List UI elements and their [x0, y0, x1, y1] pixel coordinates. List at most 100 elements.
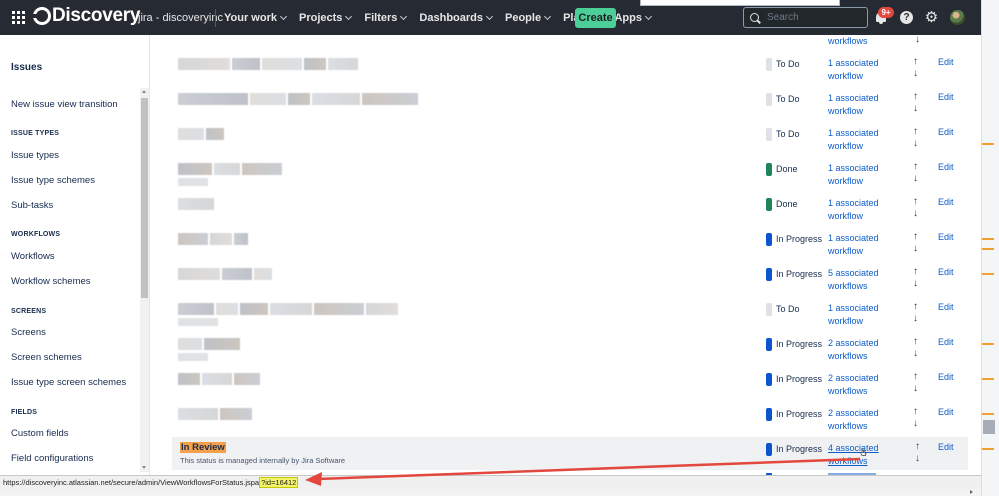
hover-url: https://discoveryinc.atlassian.net/secur…: [3, 477, 299, 488]
sidebar-item-workflows[interactable]: Workflows: [11, 251, 55, 262]
sidebar-scrollbar[interactable]: [140, 88, 149, 472]
reorder-arrows[interactable]: ↑ ↓: [913, 161, 918, 185]
workflows-label: workflows: [828, 350, 868, 361]
sidebar-item-issue-types[interactable]: Issue types: [11, 150, 59, 161]
scroll-down-arrow-icon[interactable]: [142, 466, 146, 469]
sidebar-item-custom-fields[interactable]: Custom fields: [11, 428, 69, 439]
edit-link[interactable]: Edit: [938, 197, 954, 207]
reorder-arrows[interactable]: ↑ ↓: [913, 371, 918, 395]
edit-link[interactable]: Edit: [938, 302, 954, 312]
reorder-arrows[interactable]: ↑ ↓: [913, 336, 918, 360]
chevron-down-icon: [485, 12, 494, 20]
app-switcher-icon[interactable]: [12, 11, 25, 24]
associated-workflows-link[interactable]: 1 associated workflow: [828, 302, 879, 327]
arrow-down-icon[interactable]: ↓: [915, 35, 920, 46]
search-box[interactable]: [743, 7, 868, 28]
nav-your-work[interactable]: Your work: [224, 12, 288, 24]
create-button[interactable]: Create: [575, 8, 616, 28]
sidebar-item-issue-type-schemes[interactable]: Issue type schemes: [11, 175, 95, 186]
associated-workflows-link[interactable]: 1 associated workflow: [828, 162, 879, 187]
sidebar-item-field-configurations[interactable]: Field configurations: [11, 453, 93, 464]
status-category: In Progress: [766, 372, 822, 386]
statuses-table: workflows ↓ To Do 1 associated workflow ↑ ↓ E…: [150, 35, 981, 475]
associated-workflows-link[interactable]: 1 associated workflow: [828, 127, 879, 152]
sidebar-item-screen-schemes[interactable]: Screen schemes: [11, 352, 82, 363]
top-navigation: Discovery jira - discoveryinc Your work …: [0, 0, 981, 35]
help-icon[interactable]: ?: [900, 11, 913, 24]
edit-link[interactable]: Edit: [938, 92, 954, 102]
sidebar-item-screens[interactable]: Screens: [11, 327, 46, 338]
associated-workflows-link[interactable]: 4 associated workflows: [828, 442, 879, 467]
status-category: To Do: [766, 127, 800, 141]
page-scrollbar-thumb[interactable]: [983, 420, 995, 434]
reorder-arrows[interactable]: ↑ ↓: [913, 196, 918, 220]
sidebar-item-workflow-schemes[interactable]: Workflow schemes: [11, 276, 91, 287]
workflows-label: workflow: [828, 210, 864, 221]
associated-workflows-link[interactable]: 2 associated workflows: [828, 337, 879, 362]
reorder-arrows[interactable]: ↑ ↓: [913, 406, 918, 430]
hand-cursor-icon: [860, 448, 867, 456]
nav-label: Filters: [364, 11, 398, 24]
nav-apps[interactable]: Apps: [614, 12, 652, 24]
nav-filters[interactable]: Filters: [364, 11, 408, 24]
redacted-status-name: [178, 128, 204, 140]
edit-link[interactable]: Edit: [938, 127, 954, 137]
browser-status-bar: https://discoveryinc.atlassian.net/secur…: [0, 475, 981, 489]
associated-workflows-link[interactable]: 1 associated workflow: [828, 232, 879, 257]
edit-link[interactable]: Edit: [938, 162, 954, 172]
horizontal-scrollbar[interactable]: [0, 489, 981, 496]
reorder-arrows[interactable]: ↑ ↓: [913, 126, 918, 150]
edit-link[interactable]: Edit: [938, 57, 954, 67]
nav-projects[interactable]: Projects: [299, 12, 353, 24]
reorder-arrows[interactable]: ↑ ↓: [913, 266, 918, 290]
scroll-right-arrow-icon[interactable]: [970, 490, 973, 494]
redacted-status-name: [178, 163, 212, 175]
edit-link[interactable]: Edit: [938, 442, 954, 452]
reorder-arrows[interactable]: ↑ ↓: [913, 56, 918, 80]
reorder-arrows[interactable]: ↑ ↓: [913, 231, 918, 255]
sidebar-item-sub-tasks[interactable]: Sub-tasks: [11, 200, 53, 211]
redacted-status-name: [366, 303, 398, 315]
nav-people[interactable]: People: [505, 12, 552, 24]
scroll-up-arrow-icon[interactable]: [142, 90, 146, 93]
associated-workflows-link[interactable]: 1 associated workflow: [828, 197, 879, 222]
redacted-status-name: [254, 268, 272, 280]
gear-icon[interactable]: ⚙: [924, 10, 939, 25]
associated-workflows-link[interactable]: 5 associated workflows: [828, 267, 879, 292]
associated-workflows-link[interactable]: 2 associated workflows: [828, 372, 879, 397]
sidebar-item-new-issue-view-transition[interactable]: New issue view transition: [11, 99, 118, 110]
reorder-arrows[interactable]: ↑ ↓: [913, 301, 918, 325]
workflows-label: workflow: [828, 105, 864, 116]
search-input[interactable]: [767, 12, 862, 23]
discovery-logo[interactable]: Discovery: [30, 5, 140, 27]
edit-link[interactable]: Edit: [938, 337, 954, 347]
edit-link[interactable]: Edit: [938, 372, 954, 382]
nav-dashboards[interactable]: Dashboards: [419, 11, 494, 24]
associated-workflows-link[interactable]: 2 associated workflows: [828, 407, 879, 432]
workflows-count: 2 associated: [828, 373, 879, 383]
avatar[interactable]: [950, 10, 965, 25]
edit-link[interactable]: Edit: [938, 267, 954, 277]
scroll-marker: [982, 448, 994, 450]
site-name[interactable]: jira - discoveryinc: [138, 12, 223, 24]
workflows-link-partial[interactable]: workflows: [828, 35, 868, 48]
edit-link[interactable]: Edit: [938, 232, 954, 242]
sidebar-item-issue-type-screen-schemes[interactable]: Issue type screen schemes: [11, 377, 126, 388]
redacted-status-name: [214, 163, 240, 175]
reorder-arrows[interactable]: ↑ ↓: [913, 91, 918, 115]
redacted-status-name: [262, 58, 302, 70]
redacted-status-name: [216, 303, 238, 315]
associated-workflows-link[interactable]: 1 associated workflow: [828, 57, 879, 82]
status-category-label: Done: [776, 164, 798, 174]
edit-link[interactable]: Edit: [938, 407, 954, 417]
url-query-highlight: ?id=16412: [259, 477, 299, 488]
sidebar-scrollbar-thumb[interactable]: [141, 98, 148, 298]
reorder-arrows[interactable]: ↑ ↓: [915, 441, 920, 465]
status-category-lozenge: [766, 232, 772, 246]
redacted-status-name: [178, 338, 202, 350]
status-category-lozenge: [766, 57, 772, 71]
associated-workflows-link[interactable]: 1 associated workflow: [828, 92, 879, 117]
nav-label: Dashboards: [419, 11, 483, 24]
workflows-label: workflow: [828, 140, 864, 151]
status-category: In Progress: [766, 407, 822, 421]
